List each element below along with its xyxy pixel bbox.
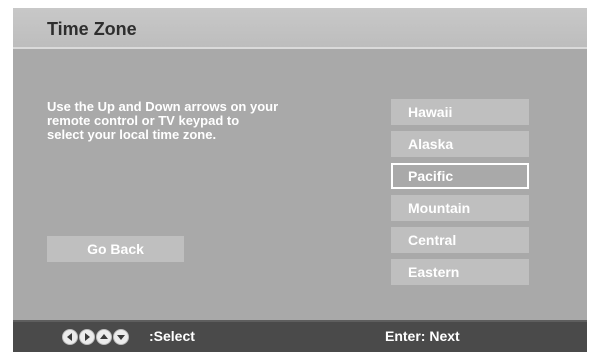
left-arrow-icon [62,329,78,345]
right-arrow-icon [79,329,95,345]
page-title: Time Zone [47,19,137,39]
title-bar: Time Zone [13,8,587,47]
navigation-arrows [62,329,130,345]
time-zone-central[interactable]: Central [391,227,529,253]
time-zone-hawaii[interactable]: Hawaii [391,99,529,125]
time-zone-pacific[interactable]: Pacific [391,163,529,189]
down-arrow-icon [113,329,129,345]
go-back-button[interactable]: Go Back [47,236,184,262]
time-zone-eastern[interactable]: Eastern [391,259,529,285]
up-arrow-icon [96,329,112,345]
enter-next-hint: Enter: Next [385,328,460,344]
time-zone-list: Hawaii Alaska Pacific Mountain Central E… [391,99,529,291]
time-zone-mountain[interactable]: Mountain [391,195,529,221]
title-divider [13,47,587,49]
footer-bar: :Select Enter: Next [13,322,587,352]
select-hint: :Select [149,328,195,344]
time-zone-screen: Time Zone Use the Up and Down arrows on … [13,8,587,352]
instructions-text: Use the Up and Down arrows on your remot… [47,99,279,142]
time-zone-alaska[interactable]: Alaska [391,131,529,157]
